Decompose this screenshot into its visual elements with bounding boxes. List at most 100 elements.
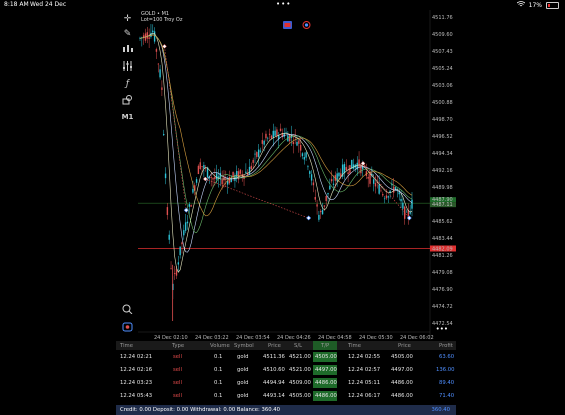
multitask-dots[interactable]: ••• <box>276 0 291 8</box>
price-tick-label: 4474.72 <box>432 304 453 310</box>
calendar-icon[interactable] <box>302 14 311 33</box>
candle-body <box>179 246 181 256</box>
candle-body <box>374 183 377 187</box>
timeframe-button[interactable]: M1 <box>121 111 134 123</box>
cell-price: 4511.36 <box>263 354 285 360</box>
candle-body <box>239 169 242 174</box>
candle-body <box>159 69 161 78</box>
cell-sl: 4509.00 <box>289 380 311 386</box>
chart-toolbar: ✛ ✎ ƒ M1 <box>116 10 138 340</box>
cell-type: sell <box>173 393 182 399</box>
price-tick-label: 4479.08 <box>432 270 453 276</box>
crosshair-icon[interactable]: ✛ <box>121 13 134 25</box>
candle-body <box>318 214 320 220</box>
candle-body <box>150 32 152 37</box>
trade-line <box>205 178 309 219</box>
moving-average-line <box>139 32 413 273</box>
wifi-icon <box>516 1 525 9</box>
cell-close-price: 4497.00 <box>391 367 413 373</box>
price-chart[interactable]: 4511.76 4509.60 4507.43 4505.24 4503.06 4500.… <box>116 10 456 340</box>
candle-body <box>265 133 267 139</box>
candle-body <box>309 171 311 174</box>
candle-body <box>214 176 216 179</box>
time-tick-label: 24 Dec 06:02 <box>400 335 434 340</box>
candle-body <box>307 166 309 168</box>
candles-icon[interactable] <box>121 44 134 56</box>
candle-body <box>161 87 163 90</box>
col-time: Time <box>120 343 133 349</box>
cell-time: 12.24 02:16 <box>120 367 153 373</box>
indicators-icon[interactable] <box>121 61 134 73</box>
candle-body <box>292 142 295 145</box>
candle-body <box>367 176 369 179</box>
candle-body <box>186 221 189 224</box>
time-tick-label: 24 Dec 05:30 <box>359 335 393 340</box>
table-row[interactable]: 12.24 05:43 sell 0.1 gold 4493.14 4505.0… <box>116 391 456 401</box>
candle-body <box>330 179 333 182</box>
cell-volume: 0.1 <box>214 393 223 399</box>
table-row[interactable]: 12.24 02:21 sell 0.1 gold 4511.36 4521.0… <box>116 352 456 362</box>
candle-body <box>323 205 326 207</box>
cell-time: 12.24 02:21 <box>120 354 153 360</box>
price-tick-label: 4483.44 <box>432 236 453 242</box>
col-tp: T/P <box>321 343 330 349</box>
candle-body <box>320 211 322 213</box>
candle-body <box>164 173 167 179</box>
trade-open-marker <box>202 176 208 182</box>
battery-percent: 17% <box>528 1 542 9</box>
more-icon[interactable]: ••• <box>436 325 448 333</box>
candle-body <box>148 37 150 39</box>
price-tick-label: 4494.34 <box>432 151 453 157</box>
cell-profit: 63.60 <box>439 354 455 360</box>
cell-symbol: gold <box>237 367 249 373</box>
table-row[interactable]: 12.24 02:16 sell 0.1 gold 4510.60 4521.0… <box>116 365 456 375</box>
candle-body <box>325 196 327 202</box>
candle-body <box>316 204 318 207</box>
col-sl: S/L <box>294 343 303 349</box>
cell-profit: 89.40 <box>439 380 455 386</box>
moving-average-line <box>139 34 413 253</box>
objects-icon[interactable] <box>121 95 134 107</box>
price-tick-label: 4505.24 <box>432 66 453 72</box>
trade-icon[interactable] <box>121 322 134 334</box>
candle-body <box>155 49 158 52</box>
candle-body <box>338 172 340 177</box>
col-type: Type <box>172 343 185 349</box>
candle-body <box>153 31 156 42</box>
cell-type: sell <box>173 380 182 386</box>
candle-body <box>248 166 251 175</box>
candle-body <box>400 199 402 202</box>
candle-body <box>314 196 316 200</box>
balance-footer: Credit: 0.00 Deposit: 0.00 Withdrawal: 0… <box>116 405 456 415</box>
candle-body <box>157 63 159 65</box>
candle-body <box>288 134 291 142</box>
candle-body <box>250 165 253 170</box>
zoom-icon[interactable] <box>121 304 134 316</box>
positions-table: Time Type Volume Symbol Price S/L T/P Ti… <box>116 341 456 415</box>
chart-panel[interactable]: 4511.76 4509.60 4507.43 4505.24 4503.06 4500.… <box>116 10 456 340</box>
candle-body <box>192 188 194 193</box>
cell-time: 12.24 05:43 <box>120 393 153 399</box>
candle-body <box>385 195 388 199</box>
cell-close-time: 12.24 02:55 <box>348 354 381 360</box>
candle-body <box>183 230 185 236</box>
candle-body <box>402 202 404 209</box>
candle-body <box>168 234 170 240</box>
candle-body <box>221 179 223 185</box>
candle-body <box>305 152 307 158</box>
candles <box>139 23 413 321</box>
price-tick-label: 4496.52 <box>432 134 453 140</box>
flag-icon[interactable] <box>283 14 292 33</box>
pencil-icon[interactable]: ✎ <box>121 28 134 40</box>
candle-body <box>190 205 192 207</box>
candle-body <box>272 130 274 138</box>
candle-body <box>387 196 389 198</box>
total-profit: 360.40 <box>431 407 450 413</box>
cell-profit: 71.40 <box>439 393 455 399</box>
candle-body <box>372 179 375 184</box>
function-icon[interactable]: ƒ <box>121 78 134 90</box>
candle-body <box>252 159 254 163</box>
cell-symbol: gold <box>237 380 249 386</box>
table-row[interactable]: 12.24 03:23 sell 0.1 gold 4494.94 4509.0… <box>116 378 456 388</box>
candle-body <box>299 144 302 151</box>
